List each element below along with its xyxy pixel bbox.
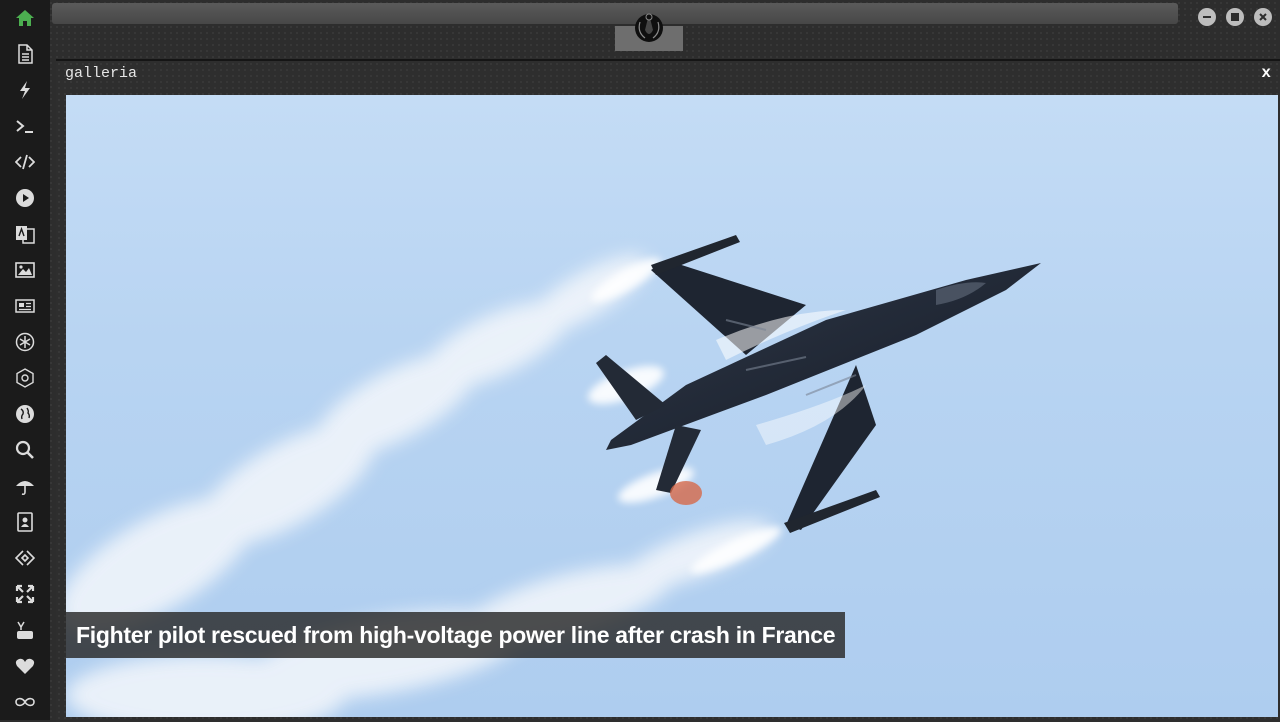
image-icon xyxy=(15,262,35,278)
sidebar-item-newspaper[interactable] xyxy=(9,291,41,321)
lightning-icon xyxy=(20,81,30,99)
heart-icon xyxy=(15,658,35,674)
code-icon xyxy=(15,154,35,170)
sidebar-item-contacts[interactable] xyxy=(9,507,41,537)
window-close-button[interactable]: x xyxy=(1261,64,1271,82)
sidebar-item-umbrella[interactable] xyxy=(9,471,41,501)
sidebar-item-home[interactable] xyxy=(9,3,41,33)
sidebar-item-globe[interactable] xyxy=(9,399,41,429)
sidebar-item-infinity[interactable] xyxy=(9,687,41,717)
diamond-code-icon xyxy=(15,550,35,566)
sidebar-item-rebel[interactable] xyxy=(9,327,41,357)
sidebar xyxy=(0,0,50,720)
sidebar-item-search[interactable] xyxy=(9,435,41,465)
minimize-icon xyxy=(1203,16,1211,18)
sidebar-item-youtube[interactable] xyxy=(9,615,41,645)
search-icon xyxy=(15,440,34,459)
maximize-icon xyxy=(1231,13,1239,21)
maximize-button[interactable] xyxy=(1226,8,1244,26)
home-icon xyxy=(16,10,34,26)
close-icon xyxy=(1259,13,1267,21)
close-app-button[interactable] xyxy=(1254,8,1272,26)
top-bar[interactable] xyxy=(52,3,1178,24)
jet-silhouette xyxy=(596,235,1041,533)
play-icon xyxy=(16,189,34,207)
youtube-icon xyxy=(17,621,33,639)
gallery-image[interactable]: Fighter pilot rescued from high-voltage … xyxy=(66,95,1278,717)
rebel-icon xyxy=(15,332,35,352)
sidebar-item-heart[interactable] xyxy=(9,651,41,681)
umbrella-icon xyxy=(16,481,34,496)
minimize-button[interactable] xyxy=(1198,8,1216,26)
sidebar-item-image[interactable] xyxy=(9,255,41,285)
sidebar-item-empire[interactable] xyxy=(9,363,41,393)
globe-icon xyxy=(16,405,34,423)
sidebar-item-terminal[interactable] xyxy=(9,111,41,141)
sidebar-item-diamond-code[interactable] xyxy=(9,543,41,573)
expand-icon xyxy=(15,584,35,604)
translate-icon xyxy=(16,226,35,244)
infinity-icon xyxy=(15,697,35,707)
window-title: galleria xyxy=(65,65,138,82)
sidebar-item-document[interactable] xyxy=(9,39,41,69)
contacts-icon xyxy=(17,512,33,532)
gallery-window: galleria x Fighter pilot rescued from hi… xyxy=(56,59,1280,722)
sidebar-item-translate[interactable] xyxy=(9,219,41,249)
terminal-icon xyxy=(16,120,33,133)
sidebar-item-play[interactable] xyxy=(9,183,41,213)
sidebar-item-lightning[interactable] xyxy=(9,75,41,105)
empire-icon xyxy=(16,368,34,388)
rebel-emblem-icon xyxy=(635,13,663,42)
newspaper-icon xyxy=(15,299,35,313)
sidebar-item-code[interactable] xyxy=(9,147,41,177)
document-icon xyxy=(18,44,33,64)
image-caption: Fighter pilot rescued from high-voltage … xyxy=(66,612,846,658)
sidebar-item-expand[interactable] xyxy=(9,579,41,609)
